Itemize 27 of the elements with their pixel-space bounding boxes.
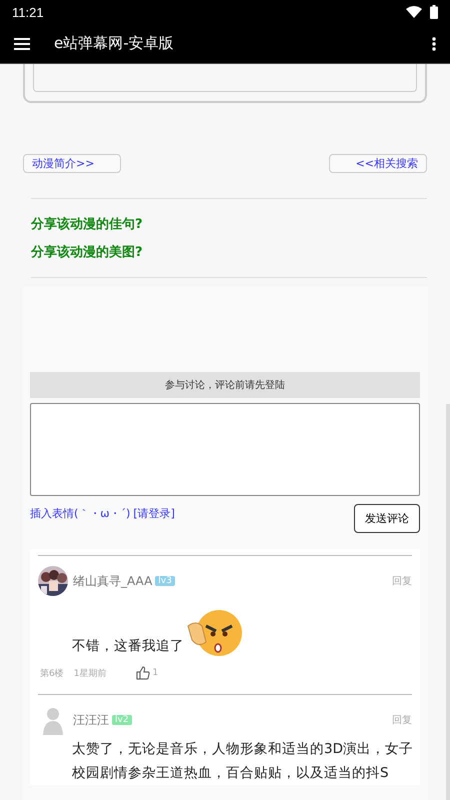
like-count: 1	[152, 668, 158, 678]
post-time: 1星期前	[74, 668, 106, 680]
thumbs-up-icon[interactable]	[136, 666, 150, 680]
wifi-icon	[406, 6, 422, 18]
user-name[interactable]: 汪汪汪	[73, 712, 109, 728]
reply-link[interactable]: 回复	[392, 574, 412, 588]
user-name[interactable]: 绪山真寻_AAA	[73, 572, 152, 590]
share-link[interactable]: 分享该动漫的美图?	[31, 245, 450, 261]
comment-text: 不错，这番我追了	[72, 637, 184, 656]
level-badge: lv3	[155, 576, 175, 586]
login-link[interactable]: [请登录]	[133, 506, 175, 520]
level-badge: lv2	[112, 715, 132, 725]
emoji-link[interactable]: 插入表情(｀・ω・´)	[30, 506, 130, 520]
battery-icon	[430, 5, 438, 19]
nav-button[interactable]: <<相关搜索	[329, 154, 427, 173]
reply-link[interactable]: 回复	[392, 713, 412, 727]
app-title: e站弹幕网-安卓版	[54, 34, 175, 53]
nav-button[interactable]: 动漫简介>>	[23, 154, 121, 173]
comment-text: 太赞了，无论是音乐，人物形象和适当的3D演出，女子校园剧情参杂王道热血，百合贴贴，以及适当的抖S	[72, 741, 413, 781]
send-button[interactable]: 发送评论	[354, 504, 420, 533]
more-icon[interactable]	[432, 36, 436, 50]
comment-field[interactable]	[30, 403, 420, 496]
menu-icon[interactable]	[14, 38, 30, 50]
floor-number: 第6楼	[40, 668, 64, 680]
share-link[interactable]: 分享该动漫的佳句?	[31, 217, 450, 233]
status-time: 11:21	[12, 4, 44, 20]
login-notice: 参与讨论，评论前请先登陆	[30, 372, 420, 398]
